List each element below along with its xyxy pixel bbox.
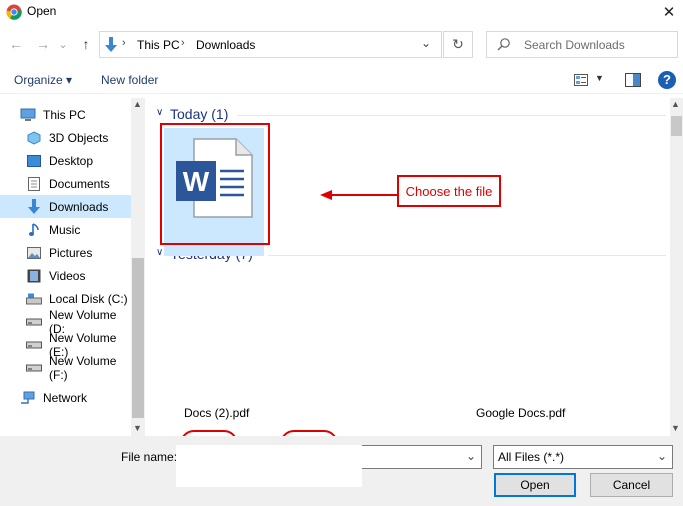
refresh-icon: ↻ — [452, 36, 464, 52]
help-button[interactable]: ? — [658, 71, 676, 89]
sidebar-item-network[interactable]: Network — [0, 386, 131, 409]
chevron-down-icon: ⌄ — [58, 38, 68, 51]
pictures-icon — [26, 245, 42, 261]
file-name-docs-2-pdf[interactable]: Docs (2).pdf — [184, 406, 249, 420]
file-list: ∨ Today (1) ∨ Yesterday (7) W Docs (2).p… — [150, 98, 670, 436]
group-divider — [238, 115, 666, 116]
drive-icon — [26, 337, 42, 353]
annotation-arrow — [320, 190, 398, 200]
group-divider — [268, 255, 666, 256]
sidebar-item-downloads[interactable]: Downloads — [0, 195, 131, 218]
sidebar-item-label: This PC — [43, 107, 86, 122]
documents-icon — [26, 176, 42, 192]
collapse-group-icon[interactable]: ∨ — [156, 247, 163, 258]
arrow-up-icon: ↑ — [82, 36, 90, 52]
download-icon — [26, 198, 42, 215]
organize-button[interactable]: Organize ▾ — [14, 73, 72, 87]
up-button[interactable]: ↑ — [76, 34, 96, 54]
preview-pane-icon[interactable] — [625, 73, 641, 87]
change-view-button[interactable]: ▼ — [571, 72, 607, 88]
sidebar-item-label: New Volume (F:) — [49, 353, 117, 382]
scroll-down-icon[interactable]: ▼ — [671, 423, 680, 433]
view-icon — [574, 74, 588, 86]
title-bar: Open ✕ — [0, 0, 683, 24]
address-bar[interactable]: › This PC › Downloads ⌄ — [99, 31, 442, 58]
sidebar-item-this-pc[interactable]: This PC — [0, 103, 131, 126]
redaction-box — [176, 445, 362, 487]
recent-locations-button[interactable]: ⌄ — [56, 34, 70, 54]
sidebar-item-label: Videos — [49, 268, 86, 283]
sidebar-item-documents[interactable]: Documents — [0, 172, 131, 195]
help-icon: ? — [663, 72, 671, 87]
breadcrumb-separator: › — [181, 37, 185, 49]
scroll-down-icon[interactable]: ▼ — [133, 423, 142, 433]
drive-icon — [26, 314, 42, 330]
open-button[interactable]: Open — [494, 473, 576, 497]
sidebar-item-label: 3D Objects — [49, 130, 109, 145]
new-folder-button[interactable]: New folder — [101, 73, 158, 87]
network-icon — [20, 390, 36, 406]
bottom-bar: File name: ⌄ All Files (*.*) ⌄ Open Canc… — [0, 436, 683, 506]
scroll-up-icon[interactable]: ▲ — [133, 99, 142, 109]
arrow-left-icon: ← — [9, 36, 23, 52]
disk-icon — [26, 291, 42, 307]
sidebar-item-new-volume-f[interactable]: New Volume (F:) — [0, 353, 131, 382]
navigation-pane: This PC 3D Objects Desktop Documents Dow… — [0, 98, 145, 436]
annotation-label: Choose the file — [397, 175, 501, 207]
sidebar-item-videos[interactable]: Videos — [0, 264, 131, 287]
file-type-value: All Files (*.*) — [498, 450, 565, 464]
close-icon: ✕ — [662, 4, 676, 21]
sidebar-item-label: Documents — [49, 176, 110, 191]
refresh-button[interactable]: ↻ — [443, 31, 473, 58]
sidebar-item-label: Pictures — [49, 245, 93, 260]
sidebar-item-label: Desktop — [49, 153, 94, 168]
chevron-down-icon: ⌄ — [657, 449, 668, 463]
sidebar-item-music[interactable]: Music — [0, 218, 131, 241]
search-box[interactable]: Search Downloads — [486, 31, 678, 58]
file-type-select[interactable]: All Files (*.*) ⌄ — [493, 445, 673, 469]
sidebar-item-pictures[interactable]: Pictures — [0, 241, 131, 264]
collapse-group-icon[interactable]: ∨ — [156, 107, 163, 118]
search-icon — [497, 38, 510, 51]
sidebar-item-desktop[interactable]: Desktop — [0, 149, 131, 172]
window-title: Open — [27, 4, 57, 18]
sidebar-item-3d-objects[interactable]: 3D Objects — [0, 126, 131, 149]
file-list-scroll-thumb[interactable] — [671, 116, 682, 136]
back-button[interactable]: ← — [6, 34, 26, 54]
cancel-button[interactable]: Cancel — [590, 473, 673, 497]
close-button[interactable]: ✕ — [655, 0, 683, 24]
breadcrumb-separator: › — [122, 37, 126, 49]
sidebar-item-label: Local Disk (C:) — [49, 291, 128, 306]
scroll-up-icon[interactable]: ▲ — [671, 99, 680, 109]
videos-icon — [26, 268, 42, 284]
view-dropdown-icon: ▼ — [595, 73, 604, 83]
address-dropdown-icon[interactable]: ⌄ — [421, 36, 431, 50]
group-today-title[interactable]: Today (1) — [170, 106, 228, 122]
sidebar-item-label: Network — [43, 390, 88, 405]
download-icon — [105, 37, 117, 52]
annotation-text: Choose the file — [405, 183, 493, 199]
file-name-google-docs-pdf[interactable]: Google Docs.pdf — [476, 406, 565, 420]
annotation-highlight-box — [160, 123, 270, 245]
breadcrumb-this-pc[interactable]: This PC — [137, 38, 180, 52]
arrow-right-icon: → — [36, 36, 50, 52]
desktop-icon — [26, 153, 42, 169]
chrome-icon — [6, 4, 22, 20]
sidebar-item-label: Downloads — [49, 199, 109, 214]
sidebar-item-label: Music — [49, 222, 81, 237]
breadcrumb-downloads[interactable]: Downloads — [196, 38, 255, 52]
file-list-scrollbar[interactable]: ▲ ▼ — [670, 98, 683, 436]
file-name-label: File name: — [121, 450, 178, 464]
cube-icon — [26, 130, 42, 146]
pc-icon — [20, 107, 36, 123]
chevron-down-icon[interactable]: ⌄ — [466, 449, 476, 463]
toolbar: Organize ▾ New folder ▼ ? — [0, 66, 683, 94]
drive-icon — [26, 360, 42, 376]
sidebar-scroll-thumb[interactable] — [132, 258, 144, 418]
music-icon — [26, 222, 42, 238]
forward-button[interactable]: → — [33, 34, 53, 54]
search-placeholder: Search Downloads — [524, 38, 625, 52]
